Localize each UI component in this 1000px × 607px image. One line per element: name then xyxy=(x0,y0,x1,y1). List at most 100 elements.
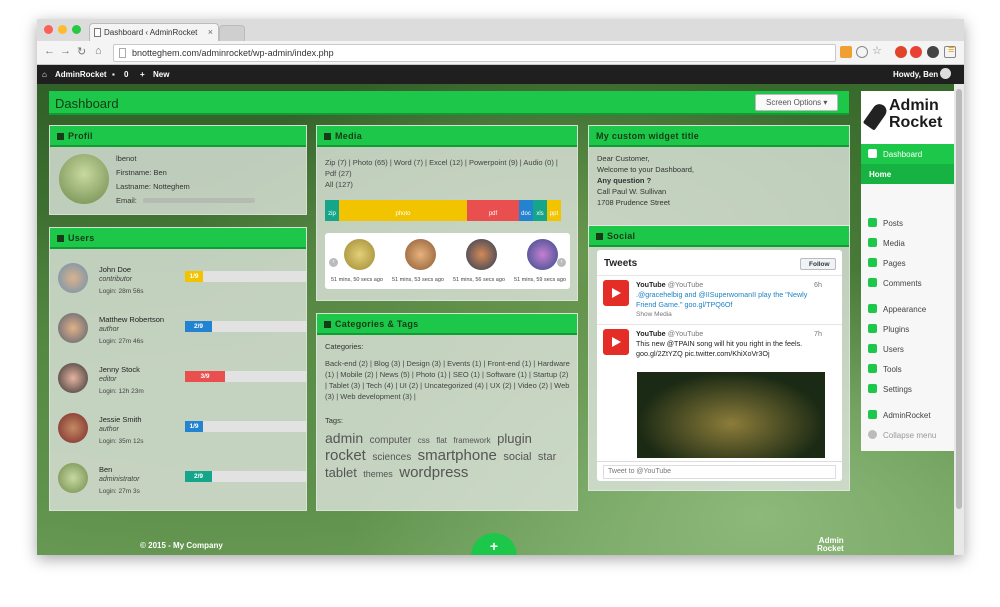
tag-link[interactable]: admin xyxy=(325,430,363,446)
site-name-link[interactable]: AdminRocket xyxy=(55,70,107,79)
sidebar-logo[interactable]: Admin Rocket xyxy=(861,91,954,144)
user-login: Login: 27m 46s xyxy=(99,338,144,345)
media-type-bar-zip[interactable]: zip xyxy=(325,200,339,221)
opera-icon[interactable] xyxy=(910,46,922,58)
avatar[interactable] xyxy=(58,413,88,443)
tweet-time[interactable]: 6h xyxy=(814,280,822,290)
widget-line: Dear Customer, xyxy=(597,154,650,163)
sidebar-item-tools[interactable]: Tools xyxy=(861,359,954,379)
screen-options-button[interactable]: Screen Options ▾ xyxy=(755,94,838,111)
tweet-handle[interactable]: @YouTube xyxy=(668,280,704,289)
categories-list[interactable]: Back-end (2) | Blog (3) | Design (3) | E… xyxy=(325,358,570,402)
new-tab-button[interactable] xyxy=(219,25,245,41)
sidebar-item-appearance[interactable]: Appearance xyxy=(861,299,954,319)
compose-tweet-input[interactable]: Tweet to @YouTube xyxy=(603,465,836,479)
gallery-thumb[interactable] xyxy=(527,239,558,270)
reload-icon[interactable]: ↻ xyxy=(77,45,86,58)
forward-icon[interactable]: → xyxy=(60,45,71,57)
sidebar-label: Media xyxy=(883,239,905,248)
avatar[interactable] xyxy=(940,68,951,79)
extension-icon[interactable] xyxy=(927,46,939,58)
gallery-next-icon[interactable]: › xyxy=(557,258,566,267)
sidebar-item-adminrocket[interactable]: AdminRocket xyxy=(861,405,954,425)
zoom-icon[interactable] xyxy=(856,46,868,58)
adblock-icon[interactable] xyxy=(895,46,907,58)
media-type-bar-pdf[interactable]: pdf xyxy=(467,200,519,221)
avatar[interactable] xyxy=(58,263,88,293)
tag-link[interactable]: flat xyxy=(436,436,447,445)
social-header: Social xyxy=(589,226,849,247)
comments-count[interactable]: 0 xyxy=(124,70,128,79)
gallery-thumb[interactable] xyxy=(405,239,436,270)
user-name[interactable]: Jessie Smith xyxy=(99,415,142,424)
close-tab-icon[interactable]: × xyxy=(208,27,213,37)
follow-button[interactable]: Follow xyxy=(800,258,836,270)
media-type-bar-ppt[interactable]: ppt xyxy=(547,200,561,221)
comments-icon[interactable]: ▪ xyxy=(112,70,115,79)
tag-link[interactable]: plugin xyxy=(497,431,532,446)
sidebar-item-settings[interactable]: Settings xyxy=(861,379,954,399)
user-login: Login: 27m 3s xyxy=(99,488,140,495)
user-role: editor xyxy=(99,376,117,383)
gallery-prev-icon[interactable]: ‹ xyxy=(329,258,338,267)
tweet-handle[interactable]: @YouTube xyxy=(668,329,704,338)
sidebar-item-home[interactable]: Home xyxy=(861,164,954,184)
address-bar[interactable]: bnotteghem.com/adminrocket/wp-admin/inde… xyxy=(113,44,836,62)
user-name[interactable]: Matthew Robertson xyxy=(99,315,164,324)
tag-link[interactable]: tablet xyxy=(325,465,357,480)
new-icon[interactable]: + xyxy=(140,70,145,79)
user-name[interactable]: Jenny Stock xyxy=(99,365,140,374)
sidebar-item-posts[interactable]: Posts xyxy=(861,213,954,233)
back-icon[interactable]: ← xyxy=(44,45,55,57)
sidebar-item-plugins[interactable]: Plugins xyxy=(861,319,954,339)
tag-link[interactable]: wordpress xyxy=(399,464,468,481)
tag-link[interactable]: star xyxy=(538,451,556,463)
tweet-time[interactable]: 7h xyxy=(814,329,822,339)
tag-link[interactable]: framework xyxy=(453,436,490,445)
tweet-author[interactable]: YouTube xyxy=(636,329,666,338)
user-name[interactable]: Ben xyxy=(99,465,112,474)
tweet-author[interactable]: YouTube xyxy=(636,280,666,289)
tag-link[interactable]: themes xyxy=(363,469,393,479)
minimize-window-button[interactable] xyxy=(58,25,67,34)
sidebar-item-comments[interactable]: Comments xyxy=(861,273,954,293)
avatar[interactable] xyxy=(58,463,88,493)
media-links-text[interactable]: Zip (7) | Photo (65) | Word (7) | Excel … xyxy=(325,158,558,178)
progress-fill: 2/9 xyxy=(185,321,212,332)
show-media-link[interactable]: Show Media xyxy=(636,310,826,320)
sidebar-item-users[interactable]: Users xyxy=(861,339,954,359)
media-type-bar-doc[interactable]: doc xyxy=(519,200,533,221)
media-all-link[interactable]: All (127) xyxy=(325,180,353,189)
tag-link[interactable]: css xyxy=(418,436,430,445)
user-row: Jenny Stock editor Login: 12h 23m 3/9 xyxy=(58,361,307,401)
user-name[interactable]: John Doe xyxy=(99,265,131,274)
tag-link[interactable]: rocket xyxy=(325,447,366,464)
gallery-thumb[interactable] xyxy=(466,239,497,270)
media-type-links[interactable]: Zip (7) | Photo (65) | Word (7) | Excel … xyxy=(325,157,565,190)
sidebar-item-collapse-menu[interactable]: Collapse menu xyxy=(861,425,954,445)
rss-icon[interactable] xyxy=(840,46,852,58)
tag-link[interactable]: smartphone xyxy=(418,447,497,464)
avatar[interactable] xyxy=(58,363,88,393)
home-icon[interactable]: ⌂ xyxy=(42,70,47,79)
sidebar-item-dashboard[interactable]: Dashboard xyxy=(861,144,954,164)
tag-link[interactable]: sciences xyxy=(372,452,411,463)
sidebar-item-pages[interactable]: Pages xyxy=(861,253,954,273)
home-icon[interactable]: ⌂ xyxy=(95,45,102,57)
avatar[interactable] xyxy=(58,313,88,343)
star-icon[interactable]: ☆ xyxy=(872,44,884,57)
menu-icon[interactable]: ≡ xyxy=(948,44,960,56)
browser-tab[interactable]: Dashboard ‹ AdminRocket × xyxy=(89,23,219,41)
media-type-bar-photo[interactable]: photo xyxy=(339,200,467,221)
howdy-link[interactable]: Howdy, Ben xyxy=(893,70,938,79)
sidebar-item-media[interactable]: Media xyxy=(861,233,954,253)
close-window-button[interactable] xyxy=(44,25,53,34)
tag-link[interactable]: computer xyxy=(370,435,412,446)
gallery-thumb[interactable] xyxy=(344,239,375,270)
new-link[interactable]: New xyxy=(153,70,169,79)
media-type-bar-xls[interactable]: xls xyxy=(533,200,547,221)
scrollbar-thumb[interactable] xyxy=(956,89,962,509)
maximize-window-button[interactable] xyxy=(72,25,81,34)
tag-link[interactable]: social xyxy=(503,451,531,463)
tweet-media-image[interactable] xyxy=(637,372,825,458)
